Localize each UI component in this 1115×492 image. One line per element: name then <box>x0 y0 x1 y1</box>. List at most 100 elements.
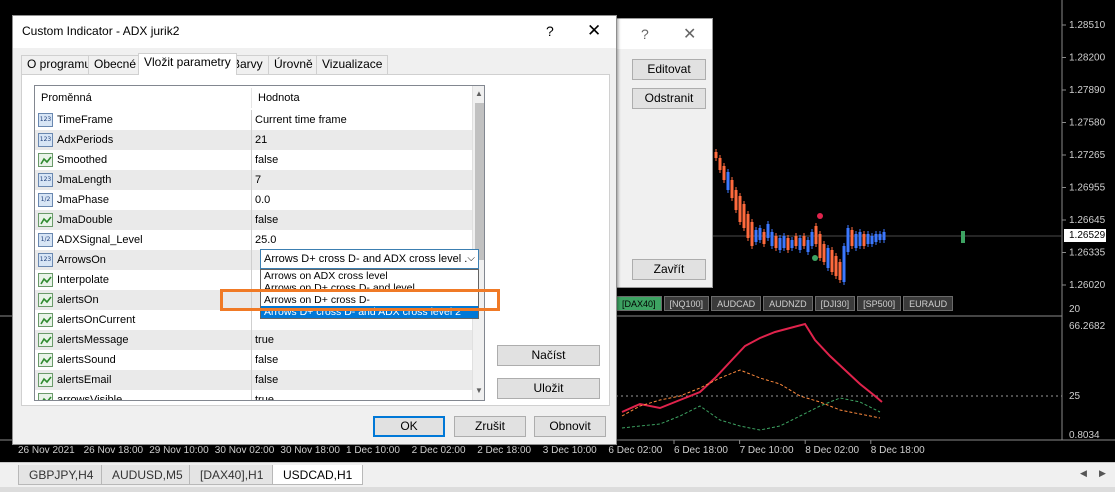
dialog-titlebar[interactable]: Custom Indicator - ADX jurik2 ? ✕ <box>13 16 616 48</box>
save-button[interactable]: Uložit <box>497 378 600 399</box>
integer-param-icon: 123 <box>38 253 53 267</box>
parameters-table[interactable]: Proměnná Hodnota 123 TimeFrame Current tim… <box>34 85 485 401</box>
table-row[interactable]: 1/2 ADXSignal_Level 25.0 <box>35 230 472 250</box>
dropdown-option[interactable]: Arrows on ADX cross level <box>261 270 478 282</box>
scroll-up-icon[interactable]: ▲ <box>475 89 483 98</box>
param-value[interactable]: true <box>255 390 274 400</box>
param-value[interactable]: false <box>255 150 278 170</box>
param-name: alertsSound <box>57 354 116 366</box>
candle-body <box>782 236 786 248</box>
tab-visualization[interactable]: Vizualizace <box>316 55 389 74</box>
param-name: TimeFrame <box>57 114 113 126</box>
column-header-variable[interactable]: Proměnná <box>35 86 251 110</box>
tab-inputs[interactable]: Vložit parametry <box>138 53 237 75</box>
param-value[interactable]: false <box>255 370 278 390</box>
symbol-button[interactable]: [NQ100] <box>663 296 710 311</box>
table-row[interactable]: 123 AdxPeriods 21 <box>35 130 472 150</box>
symbol-button[interactable]: [SP500] <box>857 296 902 311</box>
tab-scroll-right-icon[interactable]: ▶ <box>1099 468 1106 479</box>
remove-button[interactable]: Odstranit <box>632 88 706 109</box>
time-tick-label: 30 Nov 02:00 <box>215 445 275 456</box>
candle-body <box>734 190 738 210</box>
param-name: JmaDouble <box>57 214 113 226</box>
edit-button[interactable]: Editovat <box>632 59 706 80</box>
scroll-down-icon[interactable]: ▼ <box>475 386 483 395</box>
close-icon[interactable]: ✕ <box>683 24 696 44</box>
param-value[interactable]: 7 <box>255 170 261 190</box>
table-row[interactable]: 1/2 JmaPhase 0.0 <box>35 190 472 210</box>
cell-divider <box>251 110 252 130</box>
reset-button[interactable]: Obnovit <box>534 416 606 437</box>
boolean-param-icon <box>38 213 53 227</box>
symbol-button[interactable]: [DAX40] <box>616 296 662 311</box>
boolean-param-icon <box>38 273 53 287</box>
candle-body <box>806 240 810 252</box>
time-tick-label: 26 Nov 18:00 <box>84 445 144 456</box>
close-icon[interactable]: ✕ <box>587 21 601 41</box>
param-value[interactable]: false <box>255 210 278 230</box>
param-value[interactable]: 25.0 <box>255 230 276 250</box>
annotation-highlight-box <box>220 289 500 311</box>
param-name: Interpolate <box>57 274 109 286</box>
cell-divider <box>251 190 252 210</box>
help-icon[interactable]: ? <box>546 23 554 39</box>
chart-tab-dax40[interactable]: [DAX40],H1 <box>189 465 275 485</box>
tab-common[interactable]: Obecné <box>88 55 143 74</box>
candle-body <box>758 228 762 240</box>
time-tick-label: 2 Dec 18:00 <box>477 445 531 456</box>
param-value[interactable]: Current time frame <box>255 110 347 130</box>
custom-indicator-dialog: Custom Indicator - ADX jurik2 ? ✕ O prog… <box>12 15 617 445</box>
load-button[interactable]: Načíst <box>497 345 600 366</box>
param-name: alertsOn <box>57 294 99 306</box>
time-tick-label: 3 Dec 10:00 <box>543 445 597 456</box>
table-row[interactable]: 123 TimeFrame Current time frame <box>35 110 472 130</box>
table-row[interactable]: alertsSound false <box>35 350 472 370</box>
time-tick-label: 6 Dec 18:00 <box>674 445 728 456</box>
candle-body <box>838 262 842 280</box>
table-row[interactable]: 123 JmaLength 7 <box>35 170 472 190</box>
chart-tab-audusd[interactable]: AUDUSD,M5 <box>101 465 194 485</box>
cell-divider <box>251 330 252 350</box>
cell-divider <box>251 150 252 170</box>
cell-divider <box>251 370 252 390</box>
param-name: JmaLength <box>57 174 112 186</box>
horizontal-scrollbar[interactable] <box>0 487 1115 492</box>
table-row[interactable]: Smoothed false <box>35 150 472 170</box>
double-param-icon: 1/2 <box>38 233 53 247</box>
chevron-down-icon[interactable]: ⌵ <box>467 250 475 268</box>
boolean-param-icon <box>38 313 53 327</box>
cell-divider <box>251 350 252 370</box>
param-value[interactable]: 0.0 <box>255 190 270 210</box>
ok-button[interactable]: OK <box>373 416 445 437</box>
close-button[interactable]: Zavřít <box>632 259 706 280</box>
cell-divider <box>251 170 252 190</box>
symbol-button[interactable]: EURAUD <box>903 296 954 311</box>
candle-body <box>870 236 874 244</box>
symbol-button[interactable]: [DJI30] <box>814 296 856 311</box>
param-value[interactable]: false <box>255 350 278 370</box>
table-row[interactable]: alertsEmail false <box>35 370 472 390</box>
param-value[interactable]: true <box>255 330 274 350</box>
column-header-value[interactable]: Hodnota <box>252 86 472 110</box>
tab-levels[interactable]: Úrovně <box>268 55 319 74</box>
table-row[interactable]: alertsMessage true <box>35 330 472 350</box>
param-value[interactable]: 21 <box>255 130 267 150</box>
chart-tab-gbpjpy[interactable]: GBPJPY,H4 <box>18 465 105 485</box>
chart-tab-usdcad[interactable]: USDCAD,H1 <box>272 465 364 485</box>
table-row[interactable]: JmaDouble false <box>35 210 472 230</box>
tab-scroll-left-icon[interactable]: ◀ <box>1080 468 1087 479</box>
boolean-param-icon <box>38 153 53 167</box>
price-tick-label: 1.27580 <box>1069 118 1106 129</box>
table-header: Proměnná Hodnota <box>35 86 472 110</box>
cancel-button[interactable]: Zrušit <box>454 416 526 437</box>
help-icon[interactable]: ? <box>641 26 649 42</box>
symbol-button[interactable]: AUDNZD <box>763 296 813 311</box>
arrows-on-select[interactable]: Arrows D+ cross D- and ADX cross level .… <box>260 249 479 269</box>
price-tick-label: 1.26335 <box>1069 248 1106 259</box>
table-row[interactable]: arrowsVisible true <box>35 390 472 400</box>
table-vertical-scrollbar[interactable]: ▲ ▼ <box>472 86 484 400</box>
tab-about[interactable]: O programu <box>21 55 98 74</box>
scroll-thumb[interactable] <box>475 103 484 260</box>
symbol-button[interactable]: AUDCAD <box>711 296 762 311</box>
candle-body <box>738 196 742 222</box>
